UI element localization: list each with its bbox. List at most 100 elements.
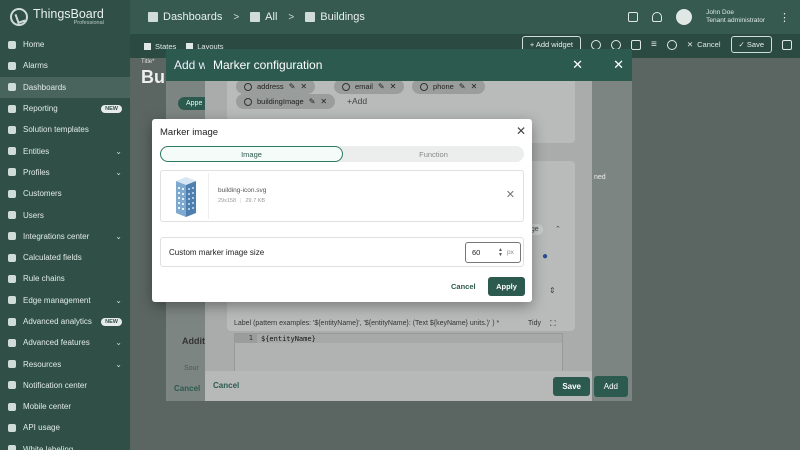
sidebar-item-reporting[interactable]: Reporting NEW [0,98,130,119]
sidebar-item-label: Reporting [23,104,58,114]
dashboard-icon [305,12,316,22]
remove-close-icon[interactable]: ✕ [320,97,327,106]
sidebar-item-label: Home [23,40,45,50]
sidebar-item-profiles[interactable]: Profiles ⌄ [0,162,130,183]
chip-label: phone [433,82,454,91]
sidebar-item-advanced-features[interactable]: Advanced features ⌄ [0,332,130,353]
marker-configuration-footer: Cancel Save [205,371,592,401]
nav-icon [8,423,16,432]
sidebar-item-solution-templates[interactable]: Solution templates [0,119,130,140]
settings-gear-icon[interactable] [611,39,621,50]
sidebar-item-users[interactable]: Users [0,204,130,225]
sidebar-item-resources[interactable]: Resources ⌄ [0,353,130,374]
save-dashboard-button[interactable]: ✓ Save [730,36,772,53]
nav-icon [8,360,16,369]
add-widget-title: Add w [174,58,208,72]
fullscreen-icon[interactable] [782,39,792,50]
add-key-button[interactable]: +Add [347,96,367,106]
add-widget-cancel-button[interactable]: Cancel [174,384,200,393]
more-vert-icon[interactable]: ⋮ [779,11,790,24]
save-dashboard-label: Save [746,40,764,49]
breadcrumb: Dashboards > All > Buildings [130,11,365,23]
code-icon[interactable] [631,39,641,50]
spin-arrows-icon[interactable]: ⇕ [549,286,556,295]
sidebar: ThingsBoard Professional Home Alarms Dashb… [0,0,130,450]
filter-icon[interactable]: ≡ [651,39,657,50]
chevron-down-icon[interactable]: ⌄ [115,360,122,369]
sidebar-item-notification-center[interactable]: Notification center [0,375,130,396]
close-icon[interactable]: ✕ [572,57,583,73]
sidebar-item-advanced-analytics[interactable]: Advanced analytics NEW [0,311,130,332]
marker-image-apply-button[interactable]: Apply [488,277,525,296]
sidebar-item-mobile-center[interactable]: Mobile center [0,396,130,417]
user-avatar[interactable] [676,9,693,25]
sidebar-item-rule-chains[interactable]: Rule chains [0,268,130,289]
marker-image-cancel-button[interactable]: Cancel [451,282,476,291]
user-info[interactable]: John Doe Tenant administrator [706,9,765,25]
add-widget-add-button[interactable]: Add [593,376,628,397]
edit-pencil-icon[interactable]: ✎ [289,82,296,91]
remove-close-icon[interactable]: ✕ [300,82,307,91]
image-preview-card: building-icon.svg 29x158 | 29.7 KB ✕ [160,170,524,222]
edit-pencil-icon[interactable]: ✎ [459,82,466,91]
building-icon-thumbnail[interactable] [163,173,209,219]
source-field[interactable]: Sour [184,365,199,372]
custom-size-input[interactable]: 60 ▲ ▼ px [465,242,521,263]
chip-label: buildingImage [257,97,304,106]
chevron-up-icon[interactable]: ⌃ [555,225,561,233]
expand-editor-icon[interactable]: ⛶ [550,319,556,329]
history-icon[interactable] [591,39,601,50]
edit-pencil-icon[interactable]: ✎ [378,82,385,91]
sidebar-item-label: Users [23,210,44,220]
remove-image-close-icon[interactable]: ✕ [506,188,515,201]
chevron-down-icon[interactable]: ⌄ [115,296,122,305]
tab-function[interactable]: Function [343,146,524,162]
thingsboard-logo-icon [10,8,28,26]
sidebar-item-dashboards[interactable]: Dashboards [0,76,130,98]
label-code-editor[interactable]: 1 ${entityName} [234,333,563,373]
chevron-down-icon[interactable]: ⌄ [115,445,122,450]
sidebar-item-api-usage[interactable]: API usage [0,417,130,438]
chevron-down-icon[interactable]: ⌄ [115,338,122,347]
spinner-arrows-icon[interactable]: ▲ ▼ [498,248,503,257]
sidebar-item-alarms[interactable]: Alarms [0,55,130,76]
nav-icon [8,317,16,326]
sidebar-item-calculated-fields[interactable]: Calculated fields [0,247,130,268]
chevron-down-icon[interactable]: ⌄ [115,232,122,241]
key-chip-email[interactable]: email ✎ ✕ [334,81,405,94]
sidebar-item-entities[interactable]: Entities ⌄ [0,140,130,161]
undo-history-icon[interactable] [666,39,677,50]
marker-config-cancel-button[interactable]: Cancel [213,381,239,390]
sidebar-item-white-labeling[interactable]: White labeling ⌄ [0,439,130,450]
tab-image[interactable]: Image [160,146,343,162]
close-icon[interactable]: ✕ [613,57,624,73]
notifications-bell-icon[interactable] [652,12,663,22]
marker-config-save-button[interactable]: Save [553,377,590,396]
key-chip-address[interactable]: address ✎ ✕ [236,81,316,94]
editor-line: 1 ${entityName} [235,334,562,343]
key-chip-buildingimage[interactable]: buildingImage ✎ ✕ [236,94,336,109]
sidebar-item-integrations-center[interactable]: Integrations center ⌄ [0,226,130,247]
breadcrumb-dashboards[interactable]: Dashboards [163,11,222,23]
edit-pencil-icon[interactable]: ✎ [309,97,316,106]
new-badge: NEW [101,317,122,326]
remove-close-icon[interactable]: ✕ [390,82,397,91]
brand-sub: Professional [73,20,104,26]
sidebar-item-customers[interactable]: Customers [0,183,130,204]
sidebar-item-label: Edge management [23,295,91,305]
chevron-down-icon[interactable]: ⌄ [115,147,122,156]
remove-close-icon[interactable]: ✕ [471,82,478,91]
tidy-button[interactable]: Tidy [528,320,541,327]
close-icon[interactable]: ✕ [516,124,526,138]
cancel-edit-button[interactable]: ✕ Cancel [687,40,721,49]
sidebar-item-home[interactable]: Home [0,34,130,55]
sidebar-item-edge-management[interactable]: Edge management ⌄ [0,290,130,311]
chevron-down-icon[interactable]: ⌄ [115,168,122,177]
sidebar-item-label: Calculated fields [23,253,82,263]
sidebar-item-label: Mobile center [23,402,72,412]
key-chip-phone[interactable]: phone ✎ ✕ [412,81,486,94]
breadcrumb-all[interactable]: All [265,11,277,23]
fullscreen-icon[interactable] [628,12,639,22]
sidebar-item-label: Integrations center [23,231,90,241]
brand-logo[interactable]: ThingsBoard Professional [0,0,130,34]
